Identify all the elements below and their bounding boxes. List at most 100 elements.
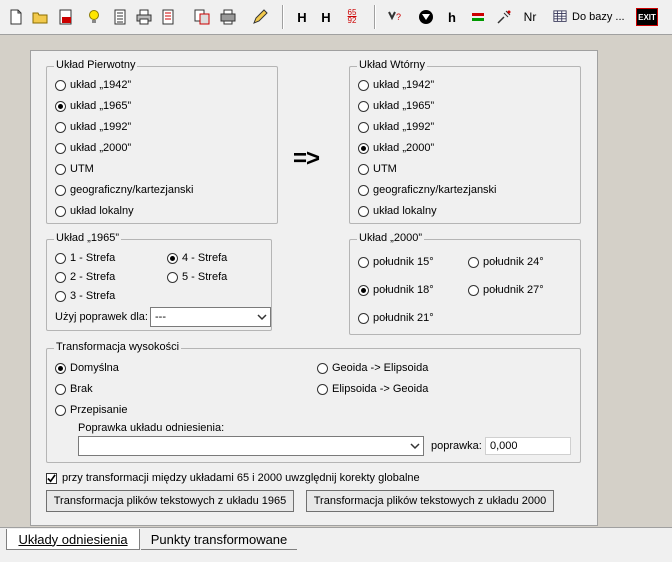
zone-2-option[interactable]: 2 - Strefa (55, 271, 115, 283)
secondary-option-1992[interactable]: układ „1992” (358, 121, 434, 133)
height-option-label: Domyślna (70, 362, 119, 374)
meridian-15-option[interactable]: południk 15° (358, 256, 434, 268)
meridian-18-option[interactable]: południk 18° (358, 284, 434, 296)
layers-icon[interactable] (468, 6, 488, 28)
radio-selected-icon (358, 142, 369, 154)
meridian-2000-group: Układ „2000” południk 15° południk 18° p… (349, 232, 581, 335)
meridian-option-label: południk 21° (373, 312, 434, 324)
secondary-option-label: UTM (373, 163, 397, 175)
zone-1965-group: Układ „1965” 1 - Strefa 2 - Strefa 3 - S… (46, 232, 272, 331)
document-list-icon[interactable] (110, 6, 130, 28)
secondary-option-label: układ „2000” (373, 142, 435, 154)
meridian-27-option[interactable]: południk 27° (468, 284, 544, 296)
transform-from-2000-button[interactable]: Transformacja plików tekstowych z układu… (306, 490, 554, 512)
secondary-option-utm[interactable]: UTM (358, 163, 397, 175)
meridian-24-option[interactable]: południk 24° (468, 256, 544, 268)
meridian-option-label: południk 24° (483, 256, 544, 268)
zone-option-label: 4 - Strefa (182, 252, 228, 264)
primary-option-geographic[interactable]: geograficzny/kartezjanski (55, 184, 194, 196)
radio-icon (55, 121, 66, 133)
primary-option-1992[interactable]: układ „1992” (55, 121, 131, 133)
tab-transformed-points[interactable]: Punkty transformowane (141, 529, 297, 550)
chevron-down-icon (257, 314, 267, 321)
geoid-to-ellipsoid-option[interactable]: Geoida -> Elipsoida (317, 362, 428, 374)
print-icon[interactable] (134, 6, 154, 28)
help-query-icon[interactable]: ? (384, 6, 404, 28)
pencil-icon[interactable] (250, 6, 270, 28)
primary-option-1942[interactable]: układ „1942” (55, 79, 131, 91)
correction-value-input[interactable]: 0,000 (485, 437, 571, 455)
zone-4-option[interactable]: 4 - Strefa (167, 252, 227, 264)
secondary-option-2000[interactable]: układ „2000” (358, 142, 434, 154)
correction-for-label: Użyj poprawek dla: (55, 311, 148, 323)
correction-for-select[interactable]: --- (150, 307, 271, 327)
main-panel: Układ Pierwotny układ „1942” układ „1965… (30, 50, 598, 526)
height-small-h-button[interactable]: h (442, 6, 462, 28)
primary-option-label: układ „1965” (70, 100, 132, 112)
save-report-icon[interactable] (56, 6, 76, 28)
height-h-button[interactable]: H (292, 6, 312, 28)
zone-1-option[interactable]: 1 - Strefa (55, 252, 115, 264)
tab-reference-systems[interactable]: Układy odniesienia (6, 529, 140, 550)
height-option-label: Geoida -> Elipsoida (332, 362, 429, 374)
system-6592-bottom: 92 (347, 16, 357, 25)
radio-selected-icon (55, 362, 66, 374)
radio-icon (358, 312, 369, 324)
exit-button[interactable]: EXIT (636, 8, 658, 26)
height-h-alt-button[interactable]: H (316, 6, 336, 28)
primary-option-label: układ „1942” (70, 79, 132, 91)
radio-icon (55, 163, 66, 175)
system-6592-button[interactable]: 65 92 (342, 6, 362, 28)
open-folder-icon[interactable] (30, 6, 50, 28)
radio-icon (358, 163, 369, 175)
down-arrow-circle-icon[interactable] (416, 6, 436, 28)
zone-5-option[interactable]: 5 - Strefa (167, 271, 227, 283)
meridian-21-option[interactable]: południk 21° (358, 312, 434, 324)
zone-option-label: 5 - Strefa (182, 271, 228, 283)
satellite-icon[interactable] (494, 6, 514, 28)
new-file-icon[interactable] (6, 6, 26, 28)
primary-option-1965[interactable]: układ „1965” (55, 100, 131, 112)
secondary-option-1942[interactable]: układ „1942” (358, 79, 434, 91)
meridian-option-label: południk 18° (373, 284, 434, 296)
primary-option-label: układ „2000” (70, 142, 132, 154)
checkbox-checked-icon (46, 472, 57, 484)
height-option-label: Przepisanie (70, 404, 128, 416)
primary-option-local[interactable]: układ lokalny (55, 205, 134, 217)
radio-icon (358, 121, 369, 133)
primary-option-2000[interactable]: układ „2000” (55, 142, 131, 154)
height-none-option[interactable]: Brak (55, 383, 93, 395)
radio-icon (55, 205, 66, 217)
zone-option-label: 3 - Strefa (70, 290, 116, 302)
copy-window-icon[interactable] (192, 6, 212, 28)
datum-correction-label: Poprawka układu odniesienia: (78, 422, 225, 434)
report-icon[interactable] (158, 6, 178, 28)
secondary-option-geographic[interactable]: geograficzny/kartezjanski (358, 184, 497, 196)
radio-icon (55, 142, 66, 154)
point-number-button[interactable]: Nr (518, 6, 542, 28)
primary-option-label: UTM (70, 163, 94, 175)
ellipsoid-to-geoid-option[interactable]: Elipsoida -> Geoida (317, 383, 428, 395)
zone-3-option[interactable]: 3 - Strefa (55, 290, 115, 302)
secondary-option-local[interactable]: układ lokalny (358, 205, 437, 217)
lightbulb-icon[interactable] (84, 6, 104, 28)
to-database-button[interactable]: Do bazy ... (552, 7, 625, 27)
height-default-option[interactable]: Domyślna (55, 362, 119, 374)
meridian-option-label: południk 15° (373, 256, 434, 268)
secondary-option-label: układ lokalny (373, 205, 437, 217)
meridian-2000-legend: Układ „2000” (357, 232, 424, 244)
transform-from-1965-button[interactable]: Transformacja plików tekstowych z układu… (46, 490, 294, 512)
primary-system-group: Układ Pierwotny układ „1942” układ „1965… (46, 59, 278, 224)
printer-setup-icon[interactable] (218, 6, 238, 28)
secondary-option-label: geograficzny/kartezjanski (373, 184, 497, 196)
global-corrections-checkbox[interactable]: przy transformacji między układami 65 i … (46, 472, 420, 484)
radio-icon (358, 256, 369, 268)
radio-icon (317, 362, 328, 374)
datum-correction-select[interactable] (78, 436, 424, 456)
height-transform-group: Transformacja wysokości Domyślna Brak Pr… (46, 341, 581, 463)
secondary-option-1965[interactable]: układ „1965” (358, 100, 434, 112)
primary-option-utm[interactable]: UTM (55, 163, 94, 175)
height-copy-option[interactable]: Przepisanie (55, 404, 127, 416)
transform-arrow: => (293, 145, 320, 172)
correction-for-value: --- (155, 311, 166, 323)
